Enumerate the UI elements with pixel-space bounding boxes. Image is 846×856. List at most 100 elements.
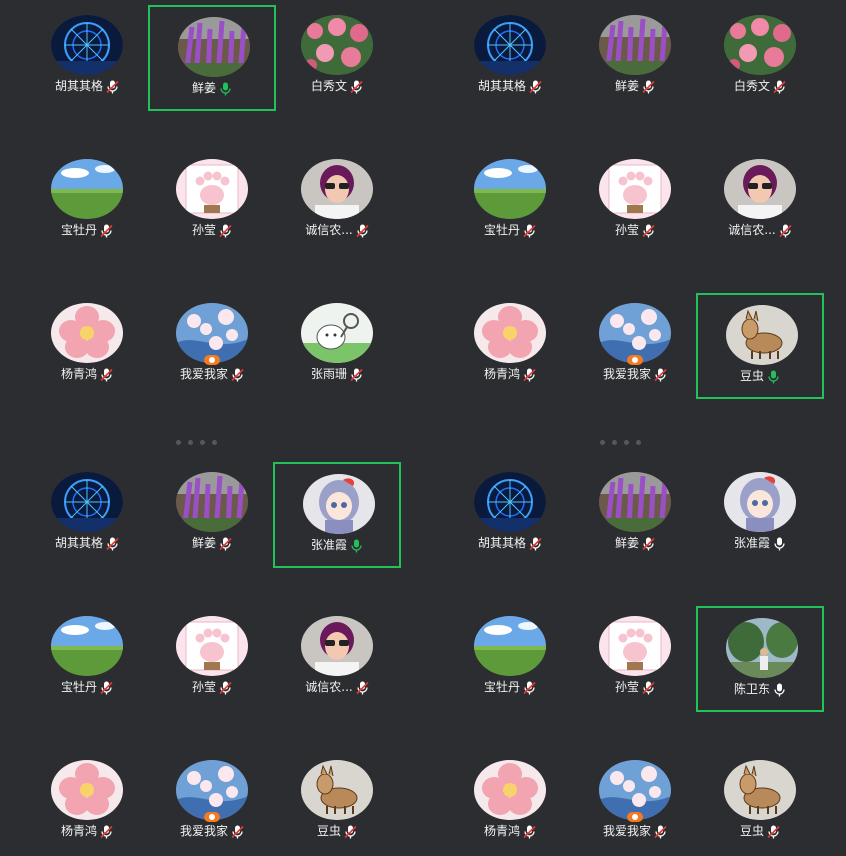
participant-label: 杨青鸿 <box>446 823 574 839</box>
participant-name: 张准霞 <box>733 536 770 550</box>
participant-name: 胡其其格 <box>477 79 526 93</box>
mic-muted-icon <box>523 368 536 382</box>
participant-tile[interactable]: 张准霞 <box>273 462 401 568</box>
participant-label: 鲜姜 <box>571 78 699 94</box>
participant-tile[interactable]: 胡其其格 <box>23 462 151 568</box>
participant-tile[interactable]: 白秀文 <box>696 5 824 111</box>
participant-label: 张准霞 <box>275 537 399 553</box>
mic-muted-icon <box>642 80 655 94</box>
mic-muted-icon <box>523 681 536 695</box>
participant-tile[interactable]: 我爱我家 <box>571 293 699 399</box>
participant-tile[interactable]: 我爱我家 <box>571 750 699 856</box>
participant-tile[interactable]: 宝牡丹 <box>446 149 574 255</box>
participant-tile[interactable]: 胡其其格 <box>446 5 574 111</box>
mic-muted-icon <box>100 681 113 695</box>
participant-tile[interactable]: 鲜姜 <box>148 462 276 568</box>
participant-tile[interactable]: 杨青鸿 <box>446 293 574 399</box>
mic-muted-icon <box>106 537 119 551</box>
participant-tile[interactable]: 豆虫 <box>696 750 824 856</box>
participant-name: 诚信农... <box>728 223 776 237</box>
avatar <box>51 616 123 676</box>
participant-tile[interactable]: 豆虫 <box>696 293 824 399</box>
participant-name: 豆虫 <box>316 824 341 838</box>
participant-label: 鲜姜 <box>150 80 274 96</box>
participant-tile[interactable]: 宝牡丹 <box>446 606 574 712</box>
participant-name: 鲜姜 <box>614 536 639 550</box>
participant-name: 诚信农... <box>305 680 353 694</box>
participant-name: 宝牡丹 <box>60 223 97 237</box>
participant-tile[interactable]: 孙莹 <box>571 606 699 712</box>
participant-tile[interactable]: 我爱我家 <box>148 293 276 399</box>
participant-name: 白秀文 <box>733 79 770 93</box>
participant-name: 张雨珊 <box>310 367 347 381</box>
participant-name: 孙莹 <box>191 680 216 694</box>
participant-label: 豆虫 <box>273 823 401 839</box>
avatar <box>599 760 671 820</box>
participant-tile[interactable]: 鲜姜 <box>148 5 276 111</box>
participant-tile[interactable]: 胡其其格 <box>446 462 574 568</box>
participant-tile[interactable]: 张准霞 <box>696 462 824 568</box>
avatar <box>599 472 671 532</box>
participant-tile[interactable]: 孙莹 <box>571 149 699 255</box>
participant-tile[interactable]: 张雨珊 <box>273 293 401 399</box>
avatar <box>301 15 373 75</box>
participant-label: 诚信农... <box>696 222 824 238</box>
avatar <box>301 616 373 676</box>
participant-tile[interactable]: 孙莹 <box>148 606 276 712</box>
video-grid-panel-3: 胡其其格 鲜姜 张准霞 宝牡丹 孙莹 诚信农... 杨青鸿 我爱我家 豆虫 <box>0 445 423 845</box>
avatar <box>474 616 546 676</box>
avatar <box>51 303 123 363</box>
participant-tile[interactable]: 宝牡丹 <box>23 149 151 255</box>
participant-tile[interactable]: 孙莹 <box>148 149 276 255</box>
participant-name: 诚信农... <box>305 223 353 237</box>
participant-tile[interactable]: 胡其其格 <box>23 5 151 111</box>
participant-label: 杨青鸿 <box>23 366 151 382</box>
participant-tile[interactable]: 鲜姜 <box>571 462 699 568</box>
participant-tile[interactable]: 杨青鸿 <box>446 750 574 856</box>
participant-name: 胡其其格 <box>477 536 526 550</box>
participant-tile[interactable]: 诚信农... <box>273 606 401 712</box>
participant-tile[interactable]: 我爱我家 <box>148 750 276 856</box>
avatar <box>303 474 375 534</box>
avatar <box>51 159 123 219</box>
avatar <box>474 760 546 820</box>
participant-tile[interactable]: 诚信农... <box>273 149 401 255</box>
participant-label: 诚信农... <box>273 679 401 695</box>
participant-tile[interactable]: 白秀文 <box>273 5 401 111</box>
participant-label: 张雨珊 <box>273 366 401 382</box>
participant-label: 宝牡丹 <box>23 679 151 695</box>
avatar <box>51 472 123 532</box>
participant-name: 陈卫东 <box>733 682 770 696</box>
participant-label: 宝牡丹 <box>446 679 574 695</box>
page-indicator-dots[interactable] <box>600 440 641 445</box>
avatar <box>176 616 248 676</box>
participant-tile[interactable]: 宝牡丹 <box>23 606 151 712</box>
participant-tile[interactable]: 诚信农... <box>696 149 824 255</box>
participant-label: 我爱我家 <box>571 823 699 839</box>
avatar <box>726 305 798 365</box>
avatar <box>474 472 546 532</box>
participant-tile[interactable]: 豆虫 <box>273 750 401 856</box>
video-grid-panel-4: 胡其其格 鲜姜 张准霞 宝牡丹 孙莹 陈卫东 杨青鸿 我爱我家 豆虫 <box>423 445 846 845</box>
page-indicator-dots[interactable] <box>176 440 217 445</box>
participant-tile[interactable]: 陈卫东 <box>696 606 824 712</box>
mic-muted-icon <box>100 825 113 839</box>
participant-tile[interactable]: 杨青鸿 <box>23 293 151 399</box>
avatar <box>176 159 248 219</box>
participant-label: 诚信农... <box>273 222 401 238</box>
mic-muted-icon <box>523 825 536 839</box>
participant-name: 宝牡丹 <box>483 680 520 694</box>
participant-label: 胡其其格 <box>23 78 151 94</box>
participant-label: 鲜姜 <box>571 535 699 551</box>
participant-tile[interactable]: 鲜姜 <box>571 5 699 111</box>
participant-name: 宝牡丹 <box>60 680 97 694</box>
participant-label: 白秀文 <box>696 78 824 94</box>
participant-label: 杨青鸿 <box>23 823 151 839</box>
avatar <box>724 760 796 820</box>
participant-name: 我爱我家 <box>179 367 228 381</box>
mic-muted-icon <box>100 368 113 382</box>
mic-muted-icon <box>344 825 357 839</box>
participant-label: 孙莹 <box>148 222 276 238</box>
participant-name: 孙莹 <box>614 680 639 694</box>
participant-tile[interactable]: 杨青鸿 <box>23 750 151 856</box>
